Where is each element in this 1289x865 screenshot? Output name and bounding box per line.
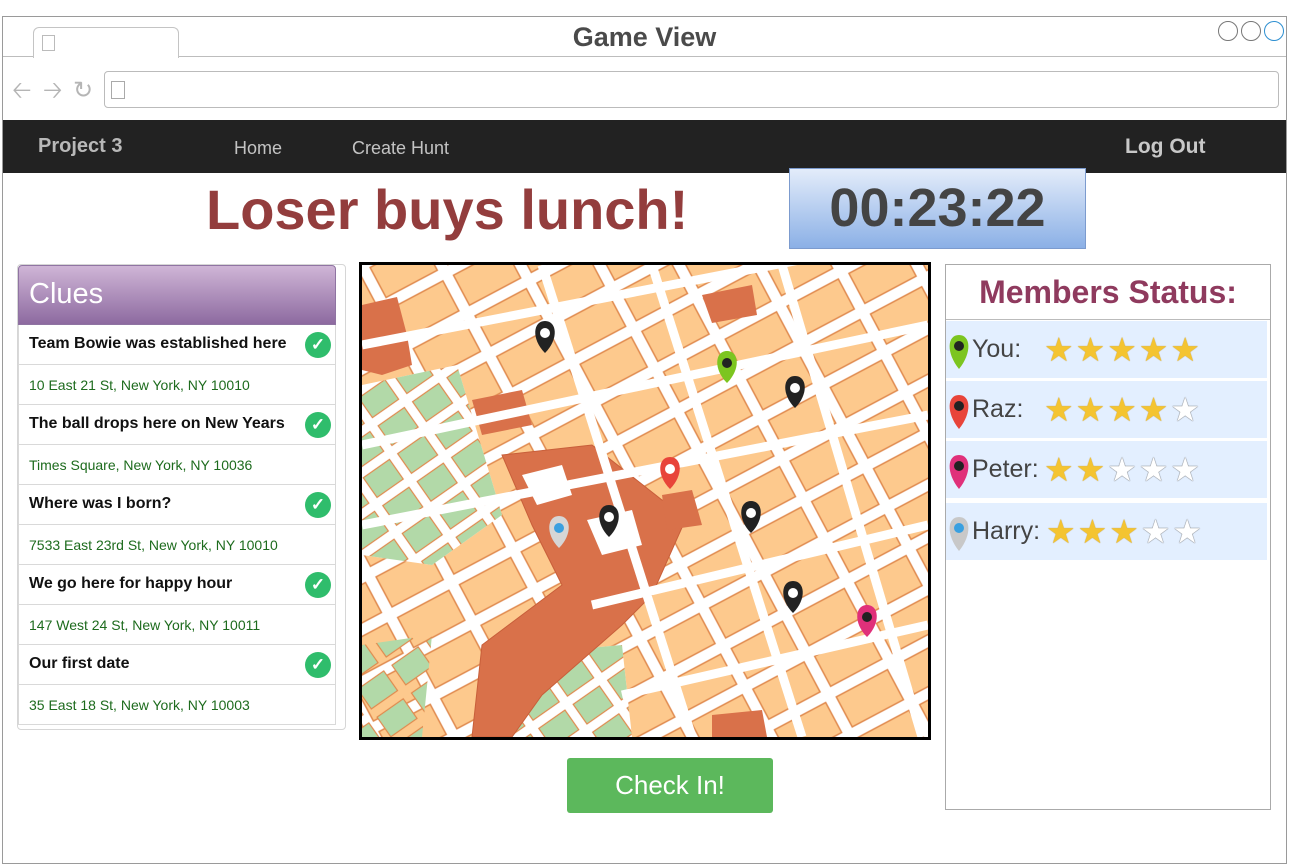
window-controls [1218, 21, 1284, 41]
clue-answer-text: 147 West 24 St, New York, NY 10011 [29, 617, 261, 633]
nav-home-link[interactable]: Home [234, 138, 282, 159]
star-filled-icon: ★ [1109, 513, 1139, 550]
star-filled-icon: ★ [1107, 331, 1137, 368]
member-rating: ★ ★ ★ ★ ★ [1044, 333, 1200, 366]
check-icon: ✓ [305, 412, 331, 438]
star-filled-icon: ★ [1075, 451, 1106, 488]
brand-link[interactable]: Project 3 [38, 135, 122, 158]
clue-answer-text: Times Square, New York, NY 10036 [29, 457, 253, 473]
map-pin-icon [949, 395, 969, 429]
map-pin-icon [949, 335, 969, 369]
clue-answer: 147 West 24 St, New York, NY 10011 [18, 605, 336, 645]
clue-answer: 10 East 21 St, New York, NY 10010 [18, 365, 336, 405]
member-rating: ★ ★ ★ ★ ★ [1044, 453, 1200, 486]
member-rating: ★ ★ ★ ★ ★ [1044, 393, 1200, 426]
star-filled-icon: ★ [1044, 451, 1074, 488]
clue-list: Team Bowie was established here ✓ 10 East… [18, 325, 336, 725]
clue-question[interactable]: The ball drops here on New Years ✓ [18, 405, 336, 445]
minimize-button[interactable] [1218, 21, 1238, 41]
clue-answer: 7533 East 23rd St, New York, NY 10010 [18, 525, 336, 565]
page-icon [111, 81, 125, 99]
star-empty-icon: ★ [1170, 391, 1200, 428]
nav-create-hunt-link[interactable]: Create Hunt [352, 138, 449, 159]
member-row: Harry: ★ ★ ★ ★ ★ [946, 503, 1267, 560]
hunt-map[interactable] [359, 262, 931, 740]
clues-panel: Clues Team Bowie was established here ✓ 1… [17, 264, 346, 730]
back-arrow-icon[interactable]: 🡠 [12, 79, 31, 103]
clue-question[interactable]: We go here for happy hour ✓ [18, 565, 336, 605]
check-icon: ✓ [305, 332, 331, 358]
member-rating: ★ ★ ★ ★ ★ [1046, 515, 1202, 548]
page-headline: Loser buys lunch! [206, 178, 689, 241]
star-empty-icon: ★ [1172, 513, 1202, 550]
url-bar[interactable] [104, 71, 1279, 108]
star-filled-icon: ★ [1138, 391, 1169, 428]
member-name: You: [972, 335, 1022, 363]
member-name: Harry: [972, 517, 1041, 545]
star-filled-icon: ★ [1046, 513, 1076, 550]
clue-question-text: Team Bowie was established here [29, 335, 287, 352]
star-filled-icon: ★ [1075, 391, 1106, 428]
clue-question-text: We go here for happy hour [29, 575, 233, 592]
star-empty-icon: ★ [1107, 451, 1137, 488]
clue-answer-text: 10 East 21 St, New York, NY 10010 [29, 377, 250, 393]
member-row: Raz: ★ ★ ★ ★ ★ [946, 381, 1267, 438]
maximize-button[interactable] [1241, 21, 1261, 41]
check-icon: ✓ [305, 652, 331, 678]
address-row: 🡠 🡢 ↻ [3, 58, 1286, 120]
star-filled-icon: ★ [1107, 391, 1137, 428]
star-filled-icon: ★ [1170, 331, 1200, 368]
check-icon: ✓ [305, 492, 331, 518]
clue-answer-text: 7533 East 23rd St, New York, NY 10010 [29, 537, 278, 553]
star-filled-icon: ★ [1044, 331, 1074, 368]
clue-question-text: The ball drops here on New Years [29, 415, 285, 432]
star-filled-icon: ★ [1075, 331, 1106, 368]
clue-question[interactable]: Where was I born? ✓ [18, 485, 336, 525]
map-graphic [362, 265, 928, 737]
member-row: Peter: ★ ★ ★ ★ ★ [946, 441, 1267, 498]
star-filled-icon: ★ [1077, 513, 1108, 550]
clue-question[interactable]: Our first date ✓ [18, 645, 336, 685]
forward-arrow-icon[interactable]: 🡢 [43, 79, 62, 103]
members-status-title: Members Status: [946, 265, 1270, 320]
star-empty-icon: ★ [1140, 513, 1171, 550]
star-empty-icon: ★ [1170, 451, 1200, 488]
clues-title: Clues [29, 278, 104, 310]
member-row: You: ★ ★ ★ ★ ★ [946, 321, 1267, 378]
member-name: Raz: [972, 395, 1024, 423]
clue-question-text: Where was I born? [29, 495, 172, 512]
clue-question-text: Our first date [29, 655, 130, 672]
clue-question[interactable]: Team Bowie was established here ✓ [18, 325, 336, 365]
star-filled-icon: ★ [1044, 391, 1074, 428]
members-status-panel: Members Status: You: ★ ★ ★ ★ ★ Raz: ★ ★ ★ ★ ★ Peter:… [945, 264, 1271, 810]
logout-link[interactable]: Log Out [1125, 135, 1205, 159]
clue-answer: 35 East 18 St, New York, NY 10003 [18, 685, 336, 725]
check-in-button[interactable]: Check In! [567, 758, 773, 813]
reload-icon[interactable]: ↻ [73, 79, 93, 103]
clues-header: Clues [18, 265, 336, 325]
check-icon: ✓ [305, 572, 331, 598]
map-pin-icon [949, 455, 969, 489]
close-button[interactable] [1264, 21, 1284, 41]
clue-answer: Times Square, New York, NY 10036 [18, 445, 336, 485]
map-pin-icon [949, 517, 969, 551]
member-name: Peter: [972, 455, 1039, 483]
star-empty-icon: ★ [1138, 451, 1169, 488]
title-bar: Game View [3, 17, 1286, 58]
clue-answer-text: 35 East 18 St, New York, NY 10003 [29, 697, 250, 713]
window-title: Game View [572, 22, 717, 52]
navbar: Project 3 Home Create Hunt Log Out [3, 120, 1286, 173]
countdown-timer: 00:23:22 [789, 168, 1086, 249]
star-filled-icon: ★ [1138, 331, 1169, 368]
